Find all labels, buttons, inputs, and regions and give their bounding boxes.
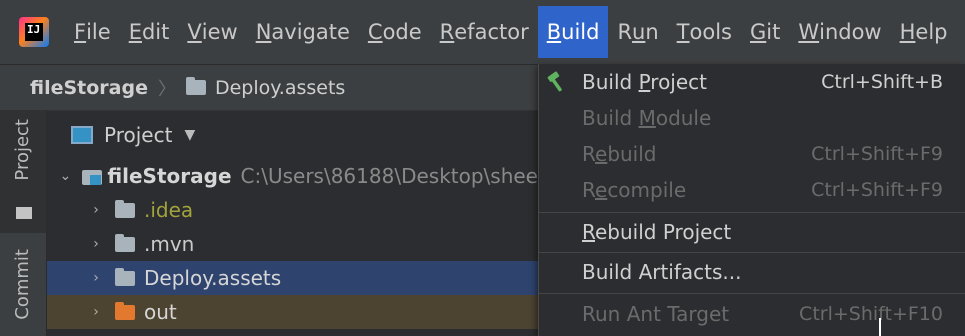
tree-row-root[interactable]: ⌄ fileStorage C:\Users\86188\Desktop\she… — [47, 159, 538, 193]
breadcrumb-item-deploy-assets[interactable]: Deploy.assets — [215, 77, 345, 99]
menu-bar: IJ File Edit View Navigate Code Refactor… — [0, 0, 965, 65]
menu-item-rebuild-project[interactable]: Rebuild Project — [539, 214, 965, 250]
project-view-icon — [71, 126, 93, 144]
folder-icon — [185, 77, 206, 95]
menu-item-label: Rebuild — [582, 142, 657, 166]
menu-item-label: Build Module — [582, 106, 712, 130]
build-menu: Build Project Ctrl+Shift+B Build Module … — [538, 64, 965, 336]
module-folder-icon — [81, 168, 102, 185]
project-tool-window: Project ▼ ⌄ fileStorage C:\Users\86188\D… — [47, 111, 538, 336]
tree-root-name: fileStorage — [107, 164, 232, 188]
menu-item-rebuild[interactable]: Rebuild Ctrl+Shift+F9 — [539, 136, 965, 172]
menu-item-label: Rebuild Project — [582, 220, 732, 244]
menu-navigate-mnemonic: N — [255, 20, 272, 44]
tool-window-project-label: Project — [12, 119, 33, 181]
project-view-title: Project — [104, 123, 173, 147]
chevron-down-icon[interactable]: ▼ — [184, 127, 195, 143]
menu-edit-mnemonic: E — [128, 20, 142, 44]
menu-build[interactable]: Build — [537, 6, 609, 58]
breadcrumb-separator: 〉 — [157, 78, 176, 100]
menu-edit-label: dit — [141, 20, 170, 44]
menu-separator — [539, 212, 965, 213]
menu-refactor-label: efactor — [454, 20, 529, 44]
menu-item-label: Run Ant Target — [582, 302, 730, 326]
tree-row-out[interactable]: › out — [47, 295, 538, 329]
tree-root-path: C:\Users\86188\Desktop\shee — [240, 164, 538, 188]
menu-view-mnemonic: V — [187, 20, 202, 44]
menu-code-mnemonic: C — [367, 20, 383, 44]
menu-navigate-label: avigate — [271, 20, 350, 44]
menu-git[interactable]: Git — [741, 6, 789, 58]
menu-run-mnemonic: u — [632, 20, 646, 44]
menu-item-recompile[interactable]: Recompile Ctrl+Shift+F9 — [539, 172, 965, 208]
tree-row-deploy-assets[interactable]: › Deploy.assets — [47, 261, 538, 295]
menu-tools[interactable]: Tools — [668, 6, 741, 58]
menu-navigate[interactable]: Navigate — [247, 6, 359, 58]
breadcrumb-root[interactable]: fileStorage — [30, 77, 148, 99]
menu-code-label: ode — [382, 20, 422, 44]
menu-item-label: Build Artifacts... — [582, 260, 742, 284]
menu-help-label: elp — [915, 20, 948, 44]
menu-run-label: n — [645, 20, 659, 44]
tool-window-commit-button[interactable]: Commit — [12, 249, 33, 320]
menu-item-label: Build Project — [582, 70, 707, 94]
menu-git-mnemonic: G — [749, 20, 767, 44]
menu-view-label: iew — [201, 20, 238, 44]
tool-window-project-button[interactable]: Project — [0, 111, 46, 233]
menu-help[interactable]: Help — [891, 6, 957, 58]
tree-item-label: Deploy.assets — [144, 266, 282, 290]
hammer-icon — [547, 71, 562, 92]
menu-separator — [539, 252, 965, 253]
menu-item-build-module[interactable]: Build Module — [539, 100, 965, 136]
tree-item-label: .idea — [144, 198, 194, 222]
menu-refactor[interactable]: Refactor — [431, 6, 538, 58]
menu-window[interactable]: Window — [789, 6, 890, 58]
excluded-folder-icon — [115, 301, 135, 320]
folder-icon — [115, 199, 135, 218]
menu-window-mnemonic: W — [798, 20, 820, 44]
menu-tools-mnemonic: T — [676, 20, 690, 44]
folder-icon — [115, 267, 135, 286]
menu-build-label: uild — [561, 20, 600, 44]
text-cursor — [879, 318, 881, 336]
menu-item-label: Recompile — [582, 178, 687, 202]
menu-item-build-project[interactable]: Build Project Ctrl+Shift+B — [539, 64, 965, 100]
menu-item-run-ant-target[interactable]: Run Ant Target Ctrl+Shift+F10 — [539, 296, 965, 332]
chevron-right-icon[interactable]: › — [85, 270, 107, 286]
shortcut-label: Ctrl+Shift+F9 — [811, 179, 943, 201]
menu-run[interactable]: Run — [608, 6, 667, 58]
tree-item-label: .mvn — [144, 232, 195, 256]
chevron-right-icon[interactable]: › — [85, 202, 107, 218]
tree-row-mvn[interactable]: › .mvn — [47, 227, 538, 261]
menu-file-mnemonic: F — [74, 20, 87, 44]
project-folder-icon — [16, 207, 32, 219]
shortcut-label: Ctrl+Shift+F9 — [811, 143, 943, 165]
folder-icon — [115, 233, 135, 252]
menu-tools-label: ools — [689, 20, 732, 44]
project-view-selector[interactable]: Project ▼ — [47, 111, 538, 159]
chevron-right-icon[interactable]: › — [85, 304, 107, 320]
menu-separator — [539, 293, 965, 294]
menu-file-label: ile — [86, 20, 111, 44]
menu-run-prefix: R — [617, 20, 633, 44]
tree-row-idea[interactable]: › .idea — [47, 193, 538, 227]
intellij-logo-icon[interactable]: IJ — [19, 17, 49, 47]
menu-view[interactable]: View — [178, 6, 246, 58]
menu-build-mnemonic: B — [546, 20, 562, 44]
menu-item-build-artifacts[interactable]: Build Artifacts... — [539, 254, 965, 290]
menu-refactor-mnemonic: R — [439, 20, 455, 44]
tool-window-strip: Project Commit — [0, 111, 47, 336]
chevron-right-icon[interactable]: › — [85, 236, 107, 252]
menu-edit[interactable]: Edit — [120, 6, 179, 58]
shortcut-label: Ctrl+Shift+B — [821, 71, 943, 93]
menu-file[interactable]: File — [65, 6, 120, 58]
menu-git-label: it — [766, 20, 781, 44]
menu-code[interactable]: Code — [359, 6, 431, 58]
menu-window-label: indow — [819, 20, 882, 44]
chevron-down-icon[interactable]: ⌄ — [57, 168, 74, 184]
menu-help-mnemonic: H — [899, 20, 916, 44]
breadcrumb: fileStorage 〉 Deploy.assets — [0, 65, 538, 111]
tree-item-label: out — [144, 300, 177, 324]
shortcut-label: Ctrl+Shift+F10 — [799, 303, 943, 325]
